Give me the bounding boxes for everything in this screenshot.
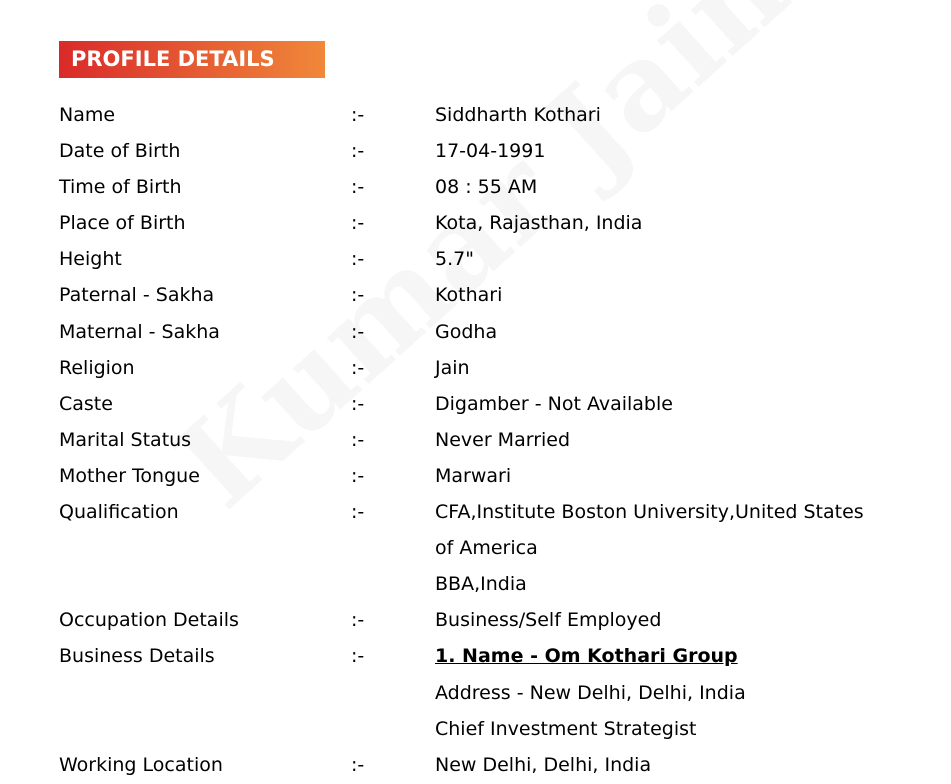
field-label: Date of Birth (59, 140, 181, 163)
field-separator: :- (351, 284, 365, 307)
field-label: Working Location (59, 753, 223, 776)
row-mother-tongue: Mother Tongue :- Marwari (0, 458, 951, 494)
field-separator: :- (351, 176, 365, 199)
profile-details-list: Name :- Siddharth Kothari Date of Birth … (0, 97, 951, 783)
field-value: BBA,India (435, 573, 527, 596)
field-value: Digamber - Not Available (435, 392, 673, 415)
field-value: 5.7" (435, 248, 474, 271)
field-label: Mother Tongue (59, 464, 200, 487)
business-name: 1. Name - Om Kothari Group (435, 645, 738, 668)
field-label: Business Details (59, 645, 215, 668)
field-label: Qualification (59, 501, 179, 524)
row-time-of-birth: Time of Birth :- 08 : 55 AM (0, 169, 951, 205)
field-value: Marwari (435, 464, 512, 487)
row-height: Height :- 5.7" (0, 241, 951, 277)
field-value: Address - New Delhi, Delhi, India (435, 681, 746, 704)
field-separator: :- (351, 212, 365, 235)
field-separator: :- (351, 392, 365, 415)
row-occupation-details: Occupation Details :- Business/Self Empl… (0, 602, 951, 638)
field-separator: :- (351, 248, 365, 271)
field-label: Name (59, 104, 116, 126)
field-value: Kothari (435, 284, 503, 307)
field-value: Business/Self Employed (435, 609, 662, 632)
field-label: Paternal - Sakha (59, 284, 215, 307)
row-marital-status: Marital Status :- Never Married (0, 422, 951, 458)
row-date-of-birth: Date of Birth :- 17-04-1991 (0, 133, 951, 169)
field-value: 08 : 55 AM (435, 176, 538, 199)
field-separator: :- (351, 428, 365, 451)
field-value: Chief Investment Strategist (435, 717, 697, 740)
row-qualification: Qualification :- CFA,Institute Boston Un… (0, 494, 951, 602)
row-place-of-birth: Place of Birth :- Kota, Rajasthan, India (0, 205, 951, 241)
field-separator: :- (351, 464, 365, 487)
field-value: of America (435, 537, 538, 560)
field-label: Caste (59, 392, 113, 415)
field-value: Godha (435, 320, 498, 343)
field-label: Place of Birth (59, 212, 186, 235)
field-label: Marital Status (59, 428, 192, 451)
field-separator: :- (351, 104, 365, 126)
field-value: Siddharth Kothari (435, 104, 601, 126)
field-label: Religion (59, 356, 135, 379)
field-separator: :- (351, 645, 365, 668)
field-value: 17-04-1991 (435, 140, 546, 163)
field-value: Jain (435, 356, 470, 379)
row-religion: Religion :- Jain (0, 350, 951, 386)
field-label: Time of Birth (59, 176, 182, 199)
field-label: Maternal - Sakha (59, 320, 220, 343)
section-header-profile-details: PROFILE DETAILS (59, 41, 325, 78)
field-value: Kota, Rajasthan, India (435, 212, 643, 235)
field-label: Occupation Details (59, 609, 239, 632)
row-name: Name :- Siddharth Kothari (0, 97, 951, 133)
field-separator: :- (351, 501, 365, 524)
field-separator: :- (351, 356, 365, 379)
row-working-location: Working Location :- New Delhi, Delhi, In… (0, 747, 951, 783)
field-separator: :- (351, 140, 365, 163)
row-maternal-sakha: Maternal - Sakha :- Godha (0, 314, 951, 350)
field-separator: :- (351, 753, 365, 776)
row-paternal-sakha: Paternal - Sakha :- Kothari (0, 277, 951, 313)
field-separator: :- (351, 320, 365, 343)
field-label: Height (59, 248, 122, 271)
row-caste: Caste :- Digamber - Not Available (0, 386, 951, 422)
field-value: CFA,Institute Boston University,United S… (435, 501, 864, 524)
field-value: Never Married (435, 428, 571, 451)
field-separator: :- (351, 609, 365, 632)
field-value: New Delhi, Delhi, India (435, 753, 652, 776)
row-business-details: Business Details :- 1. Name - Om Kothari… (0, 638, 951, 746)
